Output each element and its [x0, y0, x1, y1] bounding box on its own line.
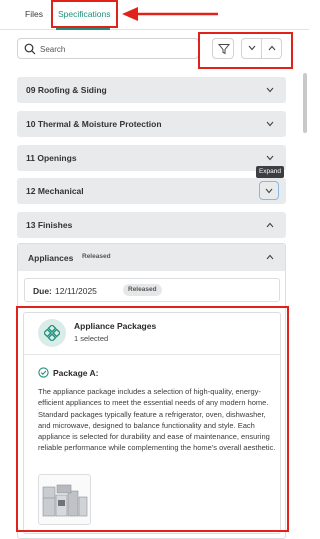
chevron-down-icon [266, 155, 274, 161]
group-title: Appliances [28, 253, 74, 263]
section-label: 10 Thermal & Moisture Protection [26, 119, 162, 129]
section-row-roofing[interactable]: 09 Roofing & Siding [17, 77, 286, 103]
expand-collapse-group [241, 38, 282, 59]
expand-all-button[interactable] [242, 39, 262, 58]
due-label: Due: [33, 286, 52, 296]
section-label: 12 Mechanical [26, 186, 84, 196]
collapse-all-button[interactable] [262, 39, 282, 58]
section-label: 11 Openings [26, 153, 77, 163]
tab-files[interactable]: Files [25, 9, 43, 19]
chevron-up-icon [268, 45, 276, 51]
chevron-up-icon [266, 254, 274, 260]
status-badge: Released [82, 253, 111, 260]
active-tab-indicator [56, 28, 110, 30]
chevron-down-icon [265, 188, 273, 194]
section-row-thermal[interactable]: 10 Thermal & Moisture Protection [17, 111, 286, 137]
section-row-openings[interactable]: 11 Openings [17, 145, 286, 171]
expand-button[interactable] [259, 181, 279, 200]
scrollbar[interactable] [303, 73, 307, 133]
annotation-arrow-icon [122, 7, 218, 21]
chevron-down-icon [248, 45, 256, 51]
annotation-highlight-package [16, 306, 289, 532]
search-icon [24, 43, 36, 55]
chevron-down-icon [266, 121, 274, 127]
appliances-header[interactable]: Appliances Released [18, 244, 285, 271]
chevron-down-icon [266, 87, 274, 93]
due-date-row: Due: 12/11/2025 Released [24, 278, 280, 302]
due-date: 12/11/2025 [55, 286, 97, 296]
expand-tooltip: Expand [256, 166, 284, 178]
search-input[interactable] [40, 42, 190, 56]
status-badge: Released [123, 284, 162, 296]
chevron-up-icon [266, 222, 274, 228]
section-label: 09 Roofing & Siding [26, 85, 107, 95]
section-row-mechanical[interactable]: 12 Mechanical [17, 178, 286, 204]
filter-icon [218, 44, 230, 55]
filter-button[interactable] [212, 38, 234, 59]
section-row-finishes[interactable]: 13 Finishes [17, 212, 286, 238]
section-label: 13 Finishes [26, 220, 73, 230]
annotation-highlight-tab [51, 0, 118, 28]
search-box [17, 38, 199, 59]
